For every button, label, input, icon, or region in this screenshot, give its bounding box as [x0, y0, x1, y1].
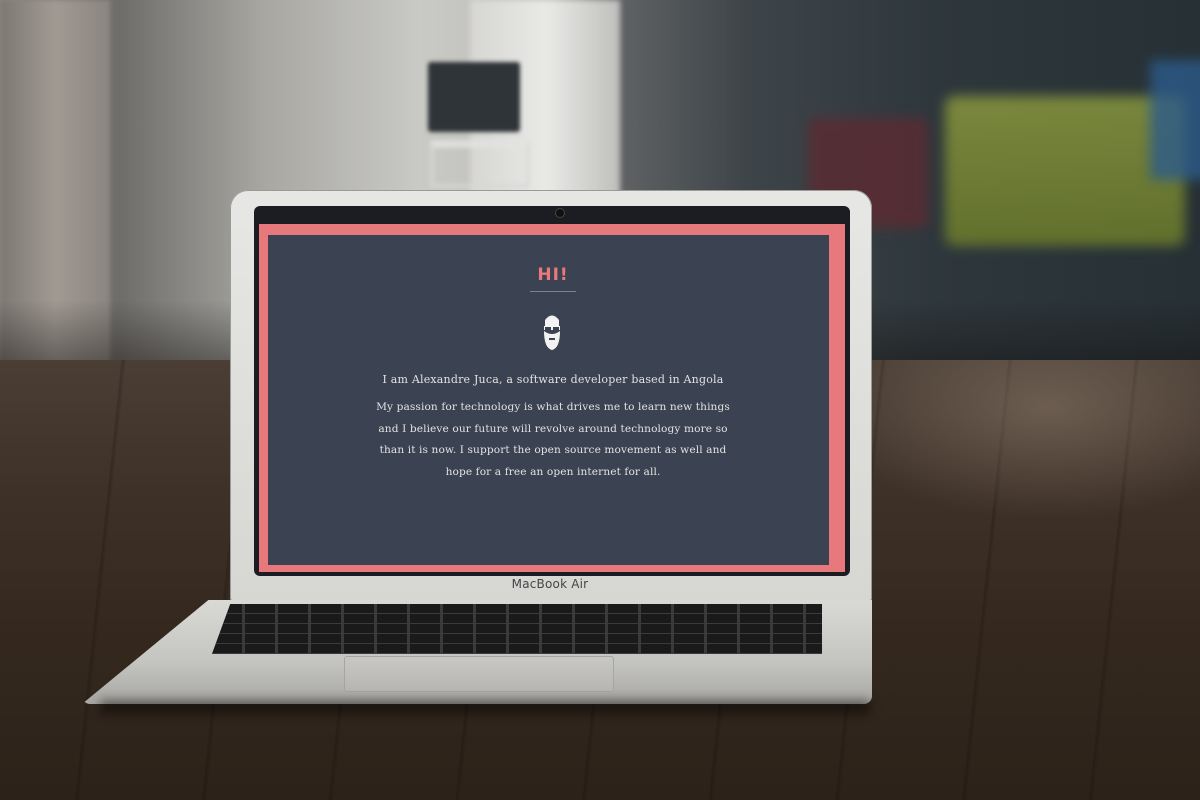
floor-sheen	[820, 360, 1200, 520]
bio-text: My passion for technology is what drives…	[376, 401, 730, 478]
laptop-brand-label: MacBook Air	[511, 577, 589, 591]
keyboard	[212, 604, 822, 654]
background-green-sofa	[945, 96, 1185, 246]
photo-scene: HI! I am Alexandre Juca, a software deve…	[0, 0, 1200, 800]
heading-divider	[530, 291, 576, 292]
trackpad	[344, 656, 614, 692]
background-monitor	[428, 62, 520, 132]
avatar-icon	[544, 315, 560, 350]
camera-icon	[556, 209, 564, 217]
background-desk	[430, 140, 530, 188]
laptop-shadow	[100, 700, 870, 714]
greeting-heading: HI!	[537, 265, 569, 285]
intro-text: I am Alexandre Juca, a software develope…	[382, 373, 724, 386]
background-blue-object	[1150, 60, 1200, 180]
